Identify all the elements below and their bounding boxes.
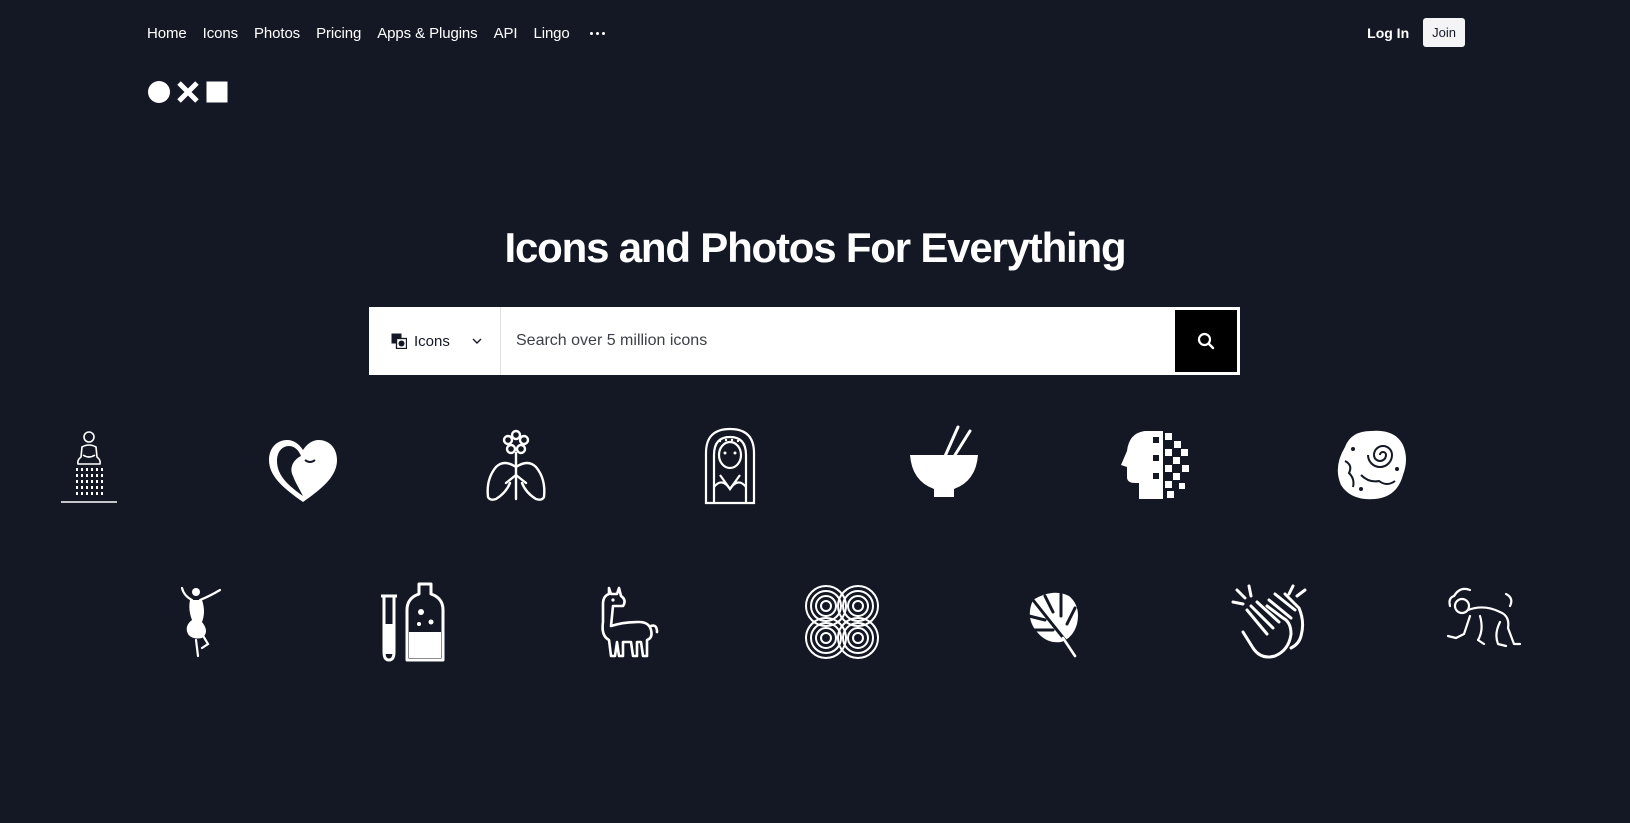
crawling-figure-icon[interactable] <box>1444 582 1524 662</box>
nav-api[interactable]: API <box>494 25 518 42</box>
search-button[interactable] <box>1175 310 1237 372</box>
more-horizontal-icon[interactable] <box>588 28 607 39</box>
interlocking-circles-icon[interactable] <box>802 582 882 662</box>
nav-apps-plugins[interactable]: Apps & Plugins <box>377 25 477 42</box>
llama-icon[interactable] <box>587 582 667 662</box>
nav-photos[interactable]: Photos <box>254 25 300 42</box>
search-input[interactable] <box>501 307 1172 375</box>
hero-title: Icons and Photos For Everything <box>504 224 1127 271</box>
search-bar: Icons <box>369 307 1240 375</box>
auth-area: Log In Join <box>1367 18 1465 47</box>
login-link[interactable]: Log In <box>1367 25 1409 41</box>
logo-square-icon <box>206 81 228 103</box>
monstera-leaf-icon[interactable] <box>1017 582 1097 662</box>
join-button[interactable]: Join <box>1423 18 1465 47</box>
icons-type-icon <box>391 333 407 349</box>
main-nav: Home Icons Photos Pricing Apps & Plugins… <box>147 21 607 45</box>
search-type-dropdown[interactable]: Icons <box>369 307 501 375</box>
nav-home[interactable]: Home <box>147 25 187 42</box>
heart-face-icon[interactable] <box>263 430 343 510</box>
search-icon <box>1197 332 1215 350</box>
clapping-hands-icon[interactable] <box>1231 582 1311 662</box>
site-logo[interactable] <box>147 80 229 104</box>
bowl-chopsticks-icon[interactable] <box>904 425 984 505</box>
nav-pricing[interactable]: Pricing <box>316 25 361 42</box>
dancer-icon[interactable] <box>158 582 238 662</box>
search-type-label: Icons <box>414 332 450 350</box>
meditating-person-icon[interactable] <box>49 425 129 505</box>
page: Home Icons Photos Pricing Apps & Plugins… <box>0 0 1630 823</box>
nav-lingo[interactable]: Lingo <box>533 25 569 42</box>
rock-spiral-icon[interactable] <box>1331 425 1411 505</box>
woman-portrait-icon[interactable] <box>690 425 770 505</box>
logo-circle-icon <box>148 81 170 103</box>
test-tubes-icon[interactable] <box>373 582 453 662</box>
chevron-down-icon <box>472 338 482 344</box>
nav-icons[interactable]: Icons <box>203 25 238 42</box>
logo-cross-icon <box>177 81 199 103</box>
pixel-head-icon[interactable] <box>1117 425 1197 505</box>
flower-lungs-icon[interactable] <box>476 425 556 505</box>
